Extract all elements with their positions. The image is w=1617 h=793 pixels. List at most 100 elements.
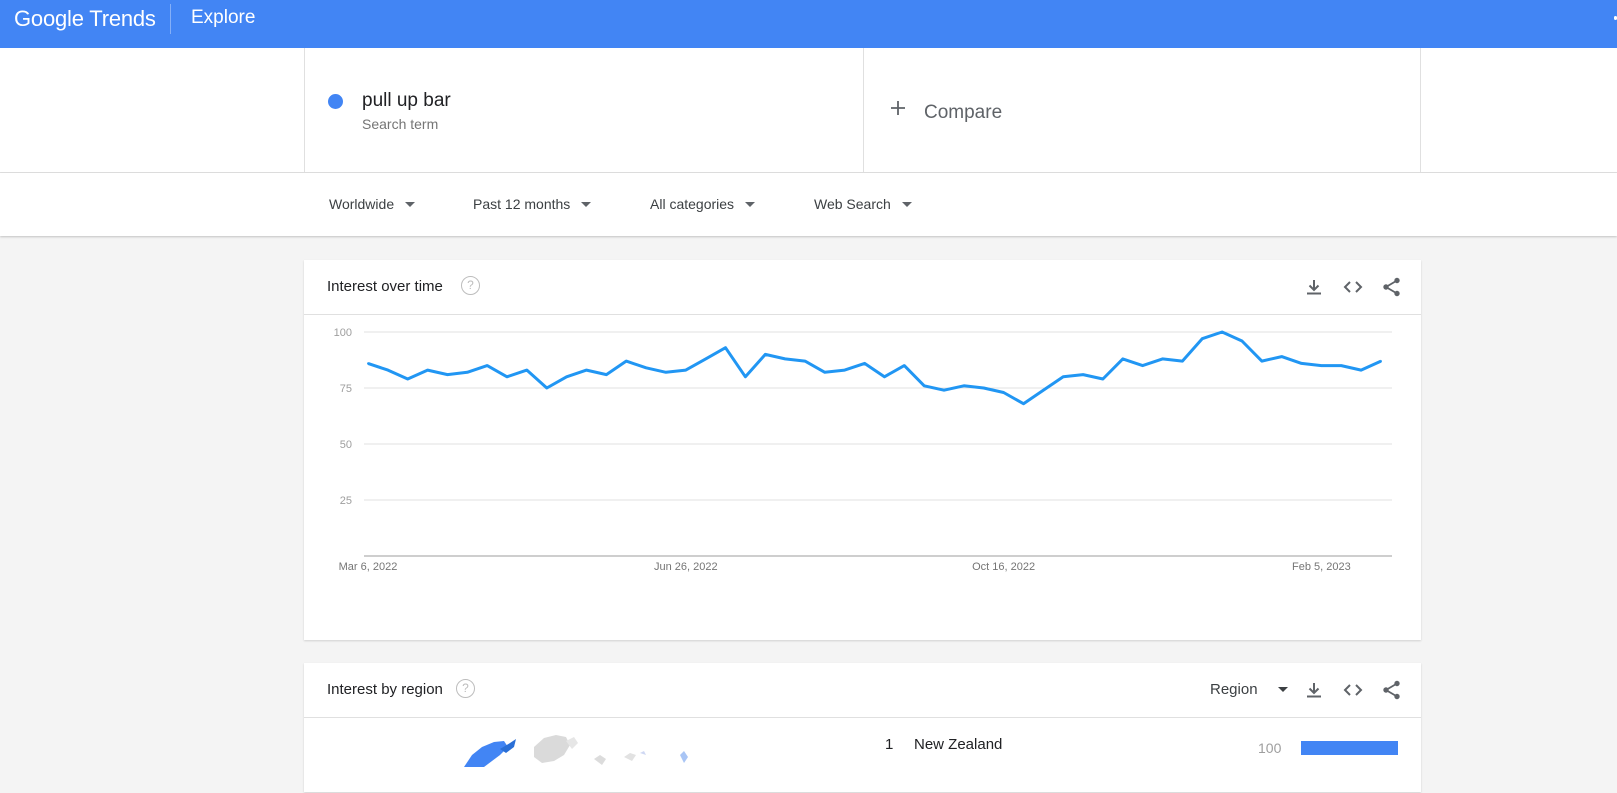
region-rank: 1: [885, 736, 894, 753]
data-point[interactable]: [982, 387, 985, 389]
data-point[interactable]: [664, 371, 667, 374]
google-trends-logo[interactable]: Google Trends: [14, 6, 156, 32]
data-point[interactable]: [446, 373, 449, 376]
interest-over-time-card: Interest over time ? 25 50 75 100 Mar 6, 202…: [304, 260, 1421, 640]
card-title: Interest over time: [327, 278, 443, 295]
data-point[interactable]: [506, 375, 509, 378]
data-point[interactable]: [803, 360, 806, 363]
caret-down-icon: [405, 201, 416, 207]
data-point[interactable]: [426, 369, 429, 372]
share-icon[interactable]: [1380, 275, 1404, 299]
search-term-bar: pull up bar Search term Compare: [0, 48, 1617, 173]
y-tick-label: 25: [340, 495, 352, 507]
embed-icon[interactable]: [1341, 678, 1365, 702]
data-point[interactable]: [704, 357, 707, 360]
data-point[interactable]: [764, 353, 767, 356]
data-point[interactable]: [1320, 364, 1323, 367]
data-point[interactable]: [565, 375, 568, 378]
logo-google-text: Google: [14, 6, 84, 31]
compare-card[interactable]: Compare: [863, 48, 1421, 172]
data-point[interactable]: [645, 366, 648, 369]
data-point[interactable]: [1082, 373, 1085, 376]
filter-search-type-label: Web Search: [814, 196, 891, 212]
data-point[interactable]: [1240, 339, 1243, 342]
data-point[interactable]: [605, 373, 608, 376]
data-point[interactable]: [1260, 360, 1263, 363]
download-icon[interactable]: [1302, 275, 1326, 299]
data-point[interactable]: [386, 369, 389, 372]
caret-down-icon: [581, 201, 592, 207]
x-tick-label: Oct 16, 2022: [972, 561, 1035, 573]
data-point[interactable]: [545, 387, 548, 389]
data-point[interactable]: [486, 364, 489, 367]
region-name[interactable]: New Zealand: [914, 736, 1002, 753]
data-point[interactable]: [943, 389, 946, 392]
top-app-bar: Google Trends Explore: [0, 0, 1617, 48]
data-point[interactable]: [1101, 378, 1104, 381]
compare-label[interactable]: Compare: [924, 102, 1002, 124]
region-resolution-select[interactable]: Region: [1210, 681, 1288, 698]
filter-category[interactable]: All categories: [650, 196, 756, 212]
topbar-divider: [170, 4, 171, 34]
data-point[interactable]: [1380, 360, 1382, 363]
plus-icon[interactable]: [889, 98, 907, 122]
caret-down-icon: [745, 201, 756, 207]
help-icon[interactable]: ?: [456, 679, 475, 698]
data-point[interactable]: [466, 371, 469, 374]
data-point[interactable]: [962, 384, 965, 387]
y-tick-label: 75: [340, 383, 352, 395]
filter-time-range[interactable]: Past 12 months: [473, 196, 592, 212]
filter-category-label: All categories: [650, 196, 735, 212]
data-point[interactable]: [1002, 391, 1005, 394]
data-point[interactable]: [784, 357, 787, 360]
search-term-type: Search term: [362, 116, 439, 132]
data-point[interactable]: [1141, 364, 1144, 367]
data-point[interactable]: [684, 369, 687, 372]
data-point[interactable]: [585, 369, 588, 372]
data-point[interactable]: [883, 375, 886, 378]
data-point[interactable]: [903, 364, 906, 367]
interest-line-chart[interactable]: 25 50 75 100 Mar 6, 2022 Jun 26, 2022 Oct 16, …: [304, 315, 1421, 640]
data-point[interactable]: [367, 362, 369, 365]
data-point[interactable]: [1121, 357, 1124, 360]
filter-location-label: Worldwide: [329, 196, 395, 212]
data-point[interactable]: [724, 346, 727, 349]
data-point[interactable]: [406, 378, 409, 381]
data-point[interactable]: [744, 375, 747, 378]
interest-by-region-card: Interest by region ? Region 1 New Zealan…: [304, 663, 1421, 792]
filter-search-type[interactable]: Web Search: [814, 196, 912, 212]
logo-trends-text: Trends: [89, 6, 156, 31]
data-point[interactable]: [1161, 357, 1164, 360]
series-line[interactable]: [367, 330, 1382, 406]
data-point[interactable]: [1300, 362, 1303, 365]
data-point[interactable]: [1062, 375, 1065, 378]
region-value: 100: [1258, 740, 1282, 756]
page-title: Explore: [191, 7, 256, 28]
x-tick-label: Feb 5, 2023: [1292, 561, 1351, 573]
data-point[interactable]: [1022, 402, 1025, 405]
data-point[interactable]: [843, 369, 846, 372]
data-point[interactable]: [923, 384, 926, 387]
help-icon[interactable]: ?: [461, 276, 480, 295]
share-icon[interactable]: [1380, 678, 1404, 702]
data-point[interactable]: [1042, 389, 1045, 392]
data-point[interactable]: [525, 369, 528, 372]
data-point[interactable]: [1181, 360, 1184, 363]
world-map[interactable]: [304, 733, 724, 793]
data-point[interactable]: [1201, 337, 1204, 340]
filter-location[interactable]: Worldwide: [329, 196, 416, 212]
search-term-name[interactable]: pull up bar: [362, 90, 451, 112]
region-value-bar: [1301, 741, 1398, 755]
data-point[interactable]: [1360, 369, 1363, 372]
search-term-card[interactable]: pull up bar Search term: [304, 48, 864, 172]
download-icon[interactable]: [1302, 678, 1326, 702]
data-point[interactable]: [1221, 331, 1224, 333]
caret-down-icon: [901, 201, 912, 207]
data-point[interactable]: [823, 371, 826, 374]
data-point[interactable]: [863, 362, 866, 365]
data-point[interactable]: [1340, 364, 1343, 367]
data-point[interactable]: [625, 360, 628, 363]
data-point[interactable]: [1280, 355, 1283, 358]
card-header: Interest by region ? Region: [304, 663, 1421, 718]
embed-icon[interactable]: [1341, 275, 1365, 299]
